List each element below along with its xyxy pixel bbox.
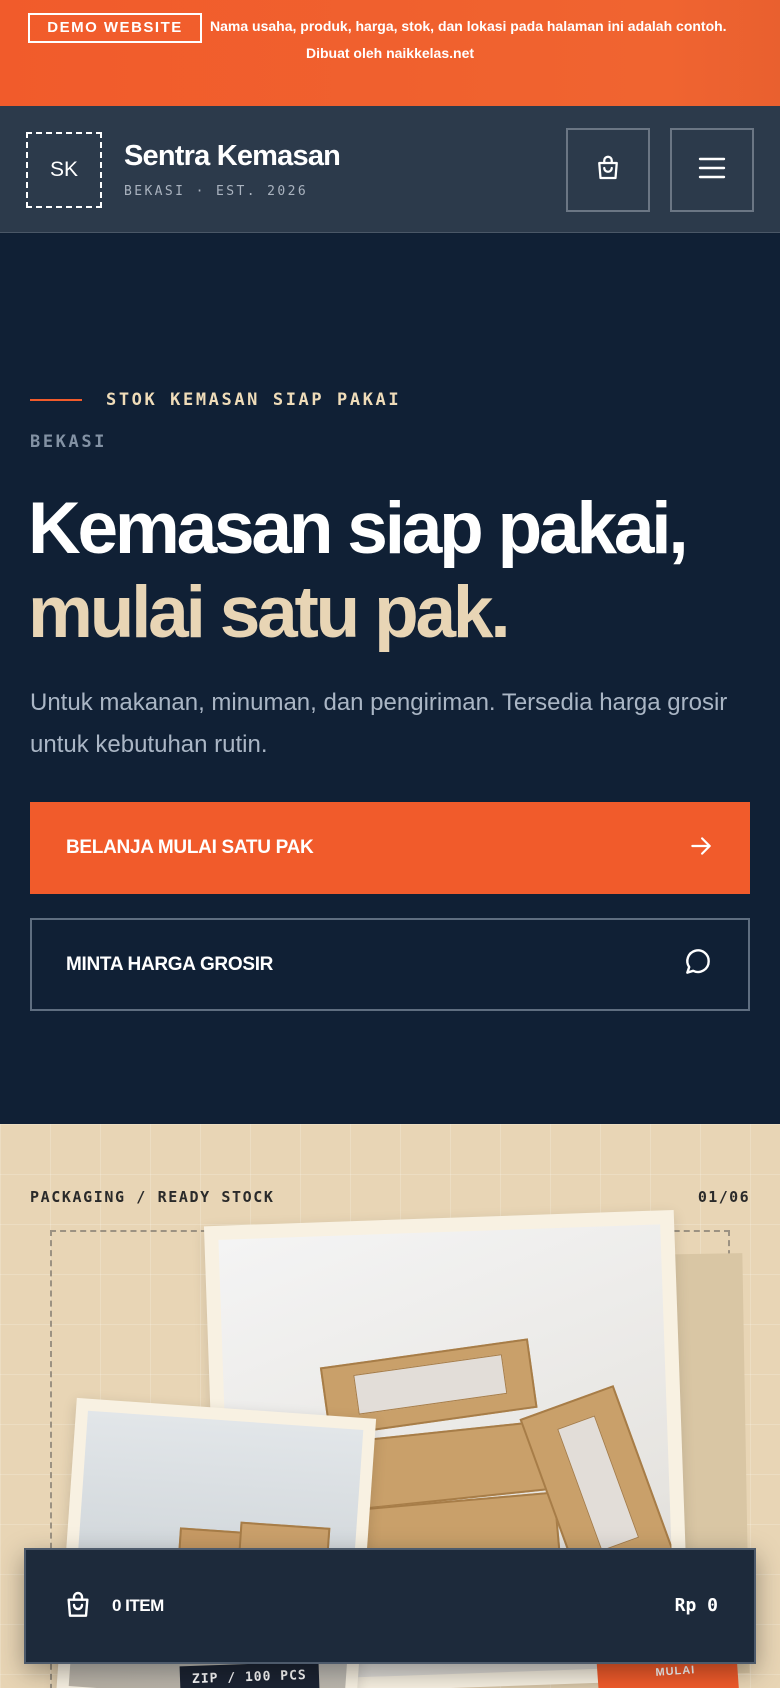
logo[interactable]: SK: [26, 132, 102, 208]
hero-title-line2: mulai satu pak.: [28, 572, 511, 653]
showcase-counter: 01/06: [697, 1188, 750, 1206]
price-tag-label: MULAI: [655, 1664, 696, 1679]
arrow-right-icon: [688, 833, 714, 864]
hamburger-menu-icon: [696, 154, 728, 187]
chat-bubble-icon: [682, 946, 714, 983]
cart-summary-bar[interactable]: 0 ITEM Rp 0: [24, 1548, 756, 1664]
site-header: SK Sentra Kemasan BEKASI · EST. 2026: [0, 106, 780, 233]
eyebrow-divider: [30, 399, 82, 401]
cart-item-count: 0 ITEM: [112, 1596, 164, 1615]
wholesale-quote-button[interactable]: MINTA HARGA GROSIR: [30, 918, 750, 1011]
demo-notice-text: Nama usaha, produk, harga, stok, dan lok…: [210, 18, 727, 34]
shopping-bag-icon: [62, 1589, 94, 1626]
hero-description: Untuk makanan, minuman, dan pengiriman. …: [30, 689, 728, 758]
demo-banner: DEMO WEBSITE Nama usaha, produk, harga, …: [0, 0, 780, 106]
showcase-category: PACKAGING / READY STOCK: [30, 1188, 275, 1206]
demo-credit-link[interactable]: Dibuat oleh naikkelas.net: [0, 45, 780, 61]
brand-subtitle: BEKASI · EST. 2026: [124, 184, 309, 199]
hero-location: BEKASI: [30, 432, 108, 452]
shop-button[interactable]: BELANJA MULAI SATU PAK: [30, 802, 750, 894]
pack-size-tag: ZIP / 100 PCS: [179, 1661, 320, 1688]
wholesale-button-label: MINTA HARGA GROSIR: [66, 953, 274, 975]
shop-button-label: BELANJA MULAI SATU PAK: [66, 837, 314, 858]
hero-title: Kemasan siap pakai, mulai satu pak.: [28, 487, 768, 655]
brand-name[interactable]: Sentra Kemasan: [124, 140, 341, 173]
hero-section: STOK KEMASAN SIAP PAKAI BEKASI Kemasan s…: [0, 234, 780, 1124]
hero-title-line1: Kemasan siap pakai,: [28, 488, 689, 569]
demo-badge: DEMO WEBSITE: [28, 13, 202, 43]
shopping-bag-icon: [593, 153, 623, 188]
hero-eyebrow: STOK KEMASAN SIAP PAKAI: [106, 390, 402, 410]
menu-button[interactable]: [670, 128, 754, 212]
cart-total: Rp 0: [674, 1595, 718, 1616]
cart-button[interactable]: [566, 128, 650, 212]
